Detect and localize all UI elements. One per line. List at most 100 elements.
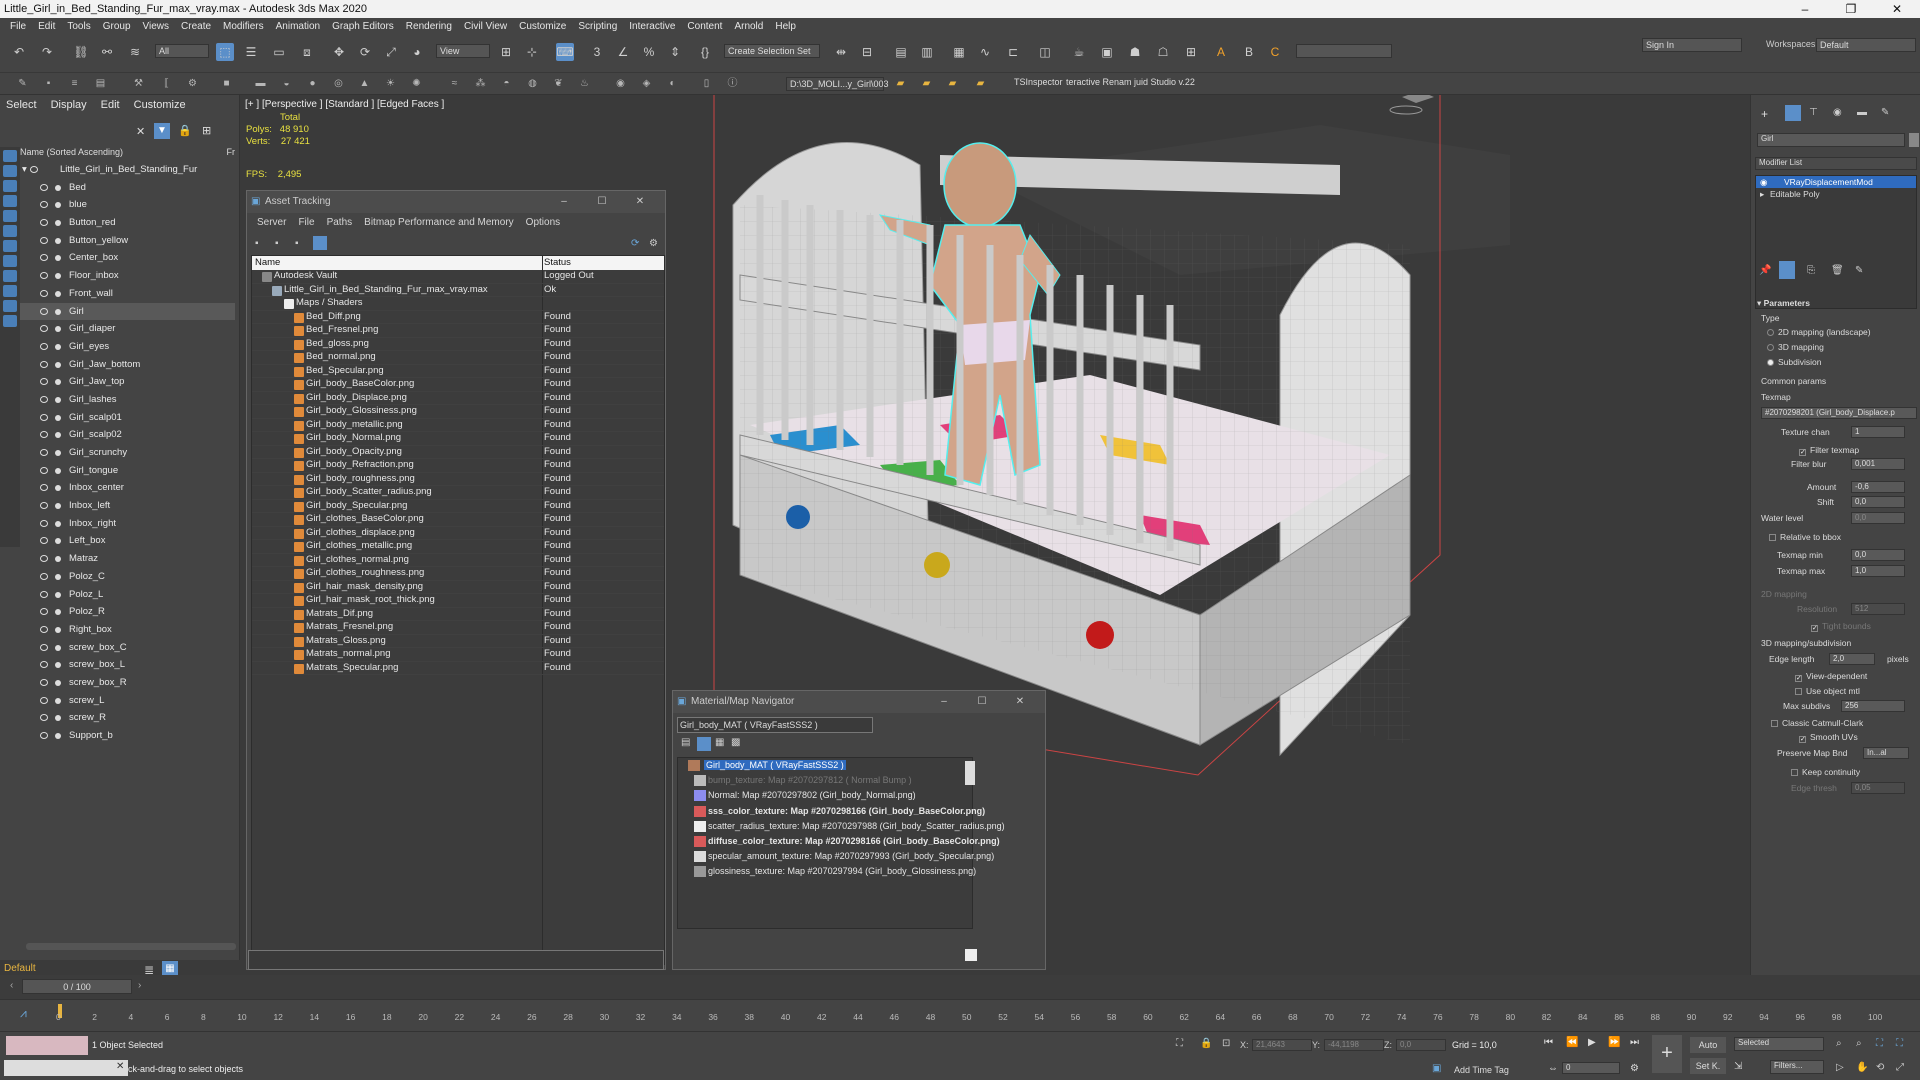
- tree-item[interactable]: Front_wall: [20, 285, 235, 303]
- previous-key-icon[interactable]: ⏪: [1566, 1037, 1578, 1048]
- clear-input-icon[interactable]: ✕: [116, 1061, 124, 1072]
- maximize-viewport-icon[interactable]: ⤢: [1896, 1062, 1904, 1073]
- at-menu-file[interactable]: File: [292, 217, 320, 228]
- mirror-icon[interactable]: ⇹: [832, 43, 850, 61]
- pivot-center-icon[interactable]: ⊞: [497, 43, 515, 61]
- at-menu-paths[interactable]: Paths: [321, 217, 359, 228]
- open-project-icon[interactable]: ▰: [920, 77, 933, 90]
- visibility-eye-icon[interactable]: [40, 732, 48, 739]
- project-path-field[interactable]: D:\3D_MOLI...y_Girl\003: [786, 77, 889, 91]
- preserve-map-dropdown[interactable]: In...al: [1863, 747, 1909, 759]
- tree-item[interactable]: Floor_inbox: [20, 267, 235, 285]
- filter-xrefs-icon[interactable]: [3, 255, 17, 267]
- rect-icon[interactable]: ▬: [254, 77, 267, 90]
- render-dot-icon[interactable]: [55, 485, 61, 492]
- render-dot-icon[interactable]: [55, 715, 61, 722]
- renamer-label[interactable]: teractive Renam juid Studio v.22: [1066, 77, 1195, 87]
- menu-edit[interactable]: Edit: [32, 21, 61, 32]
- tree-item[interactable]: Girl_lashes: [20, 391, 235, 409]
- tree-item[interactable]: Girl_scalp02: [20, 426, 235, 444]
- tree-item[interactable]: screw_box_C: [20, 639, 235, 657]
- spinner-snap-icon[interactable]: ⇕: [666, 43, 684, 61]
- cone-icon[interactable]: ▲: [358, 77, 371, 90]
- tree-item[interactable]: Center_box: [20, 249, 235, 267]
- asset-minimize-button[interactable]: –: [545, 191, 583, 213]
- tree-item[interactable]: Button_yellow: [20, 232, 235, 250]
- go-to-start-icon[interactable]: ⏮: [1544, 1037, 1553, 1048]
- tree-item[interactable]: Poloz_R: [20, 603, 235, 621]
- visibility-eye-icon[interactable]: [40, 395, 48, 403]
- resolution-spinner[interactable]: 512: [1851, 603, 1905, 615]
- scale-icon[interactable]: ⤢: [382, 43, 400, 61]
- render-production-icon[interactable]: ☗: [1126, 43, 1144, 61]
- explorer-scrollbar[interactable]: [26, 943, 236, 950]
- asset-map-row[interactable]: Girl_clothes_metallic.png Found: [252, 540, 664, 554]
- folder-icon[interactable]: ▯: [700, 77, 713, 90]
- hierarchy-tab-icon[interactable]: ⊤: [1809, 107, 1818, 118]
- tree-item[interactable]: Girl_scalp01: [20, 409, 235, 427]
- radio-3d-mapping[interactable]: 3D mapping: [1767, 342, 1824, 352]
- visibility-eye-icon[interactable]: [40, 466, 48, 474]
- radio-subdivision[interactable]: Subdivision: [1767, 357, 1821, 367]
- asset-map-row[interactable]: Girl_body_Opacity.png Found: [252, 446, 664, 459]
- texture-chan-spinner[interactable]: 1: [1851, 426, 1905, 438]
- zoom-icon[interactable]: ⌕: [1836, 1038, 1842, 1049]
- set-key-button[interactable]: Set K.: [1690, 1058, 1726, 1074]
- zoom-all-icon[interactable]: ⌕: [1856, 1038, 1862, 1049]
- z-coordinate-field[interactable]: 0,0: [1396, 1039, 1446, 1051]
- menu-scripting[interactable]: Scripting: [572, 21, 623, 32]
- smooth-uvs-checkbox[interactable]: ✓ Smooth UVs: [1799, 732, 1858, 743]
- render-dot-icon[interactable]: [55, 503, 61, 510]
- material-map-row[interactable]: Normal: Map #2070297802 (Girl_body_Norma…: [678, 788, 972, 803]
- visibility-eye-icon[interactable]: [40, 519, 48, 527]
- at-tree-icon[interactable]: ▪: [275, 238, 279, 249]
- tree-item[interactable]: Right_box: [20, 621, 235, 639]
- menu-file[interactable]: File: [4, 21, 32, 32]
- modifier-list-dropdown[interactable]: Modifier List: [1755, 157, 1917, 170]
- filter-containers-icon[interactable]: [3, 285, 17, 297]
- select-manipulate-icon[interactable]: ⊹: [523, 43, 541, 61]
- edge-length-spinner[interactable]: 2,0: [1829, 653, 1875, 665]
- mn-scrollbar-thumb[interactable]: [965, 761, 975, 785]
- field-of-view-icon[interactable]: ▷: [1836, 1062, 1844, 1073]
- set-key-big-icon[interactable]: +: [1652, 1035, 1682, 1073]
- visibility-eye-icon[interactable]: [40, 183, 48, 191]
- menu-civil-view[interactable]: Civil View: [458, 21, 513, 32]
- asset-map-row[interactable]: Bed_normal.png Found: [252, 351, 664, 365]
- asset-map-row[interactable]: Girl_body_Displace.png Found: [252, 392, 664, 405]
- y-coordinate-field[interactable]: -44,1198: [1324, 1039, 1384, 1051]
- material-map-row[interactable]: diffuse_color_texture: Map #2070298166 (…: [678, 834, 1000, 849]
- show-end-result-icon[interactable]: [1779, 261, 1795, 279]
- visibility-eye-icon[interactable]: [40, 449, 48, 456]
- asset-map-row[interactable]: Girl_body_metallic.png Found: [252, 419, 664, 432]
- texmap-max-spinner[interactable]: 1,0: [1851, 565, 1905, 577]
- filter-helpers-icon[interactable]: [3, 210, 17, 222]
- clear-filter-icon[interactable]: ✕: [136, 125, 145, 138]
- material-map-row[interactable]: glossiness_texture: Map #2070297994 (Gir…: [678, 864, 976, 879]
- asset-map-row[interactable]: Girl_body_Specular.png Found: [252, 500, 664, 513]
- render-dot-icon[interactable]: [55, 697, 61, 704]
- menu-create[interactable]: Create: [175, 21, 217, 32]
- pin-stack-icon[interactable]: 📌: [1759, 265, 1771, 276]
- tree-item[interactable]: screw_R: [20, 709, 235, 727]
- tab-customize[interactable]: Customize: [134, 99, 186, 111]
- menu-interactive[interactable]: Interactive: [623, 21, 681, 32]
- selection-lock-icon[interactable]: 🔒: [1200, 1038, 1212, 1049]
- redo-icon[interactable]: ↷: [38, 43, 56, 61]
- asset-maximize-button[interactable]: ☐: [583, 191, 621, 213]
- render-dot-icon[interactable]: [55, 361, 61, 368]
- render-dot-icon[interactable]: [55, 202, 61, 209]
- box-icon[interactable]: ■: [220, 77, 233, 90]
- expand-icon[interactable]: ▸: [1760, 188, 1764, 200]
- visibility-eye-icon[interactable]: [40, 572, 48, 580]
- shift-spinner[interactable]: 0,0: [1851, 496, 1905, 508]
- filter-geometry-icon[interactable]: [3, 150, 17, 162]
- isolate-selection-icon[interactable]: ⛶: [1176, 1038, 1183, 1049]
- angle-snap-icon[interactable]: ∠: [614, 43, 632, 61]
- brush-icon[interactable]: ✎: [16, 77, 29, 90]
- visibility-eye-icon[interactable]: [40, 714, 48, 722]
- edge-thresh-spinner[interactable]: 0,05: [1851, 782, 1905, 794]
- selection-filter-dropdown[interactable]: All: [155, 44, 209, 58]
- render-iterative-icon[interactable]: ☖: [1154, 43, 1172, 61]
- mn-maximize-button[interactable]: ☐: [963, 691, 1001, 713]
